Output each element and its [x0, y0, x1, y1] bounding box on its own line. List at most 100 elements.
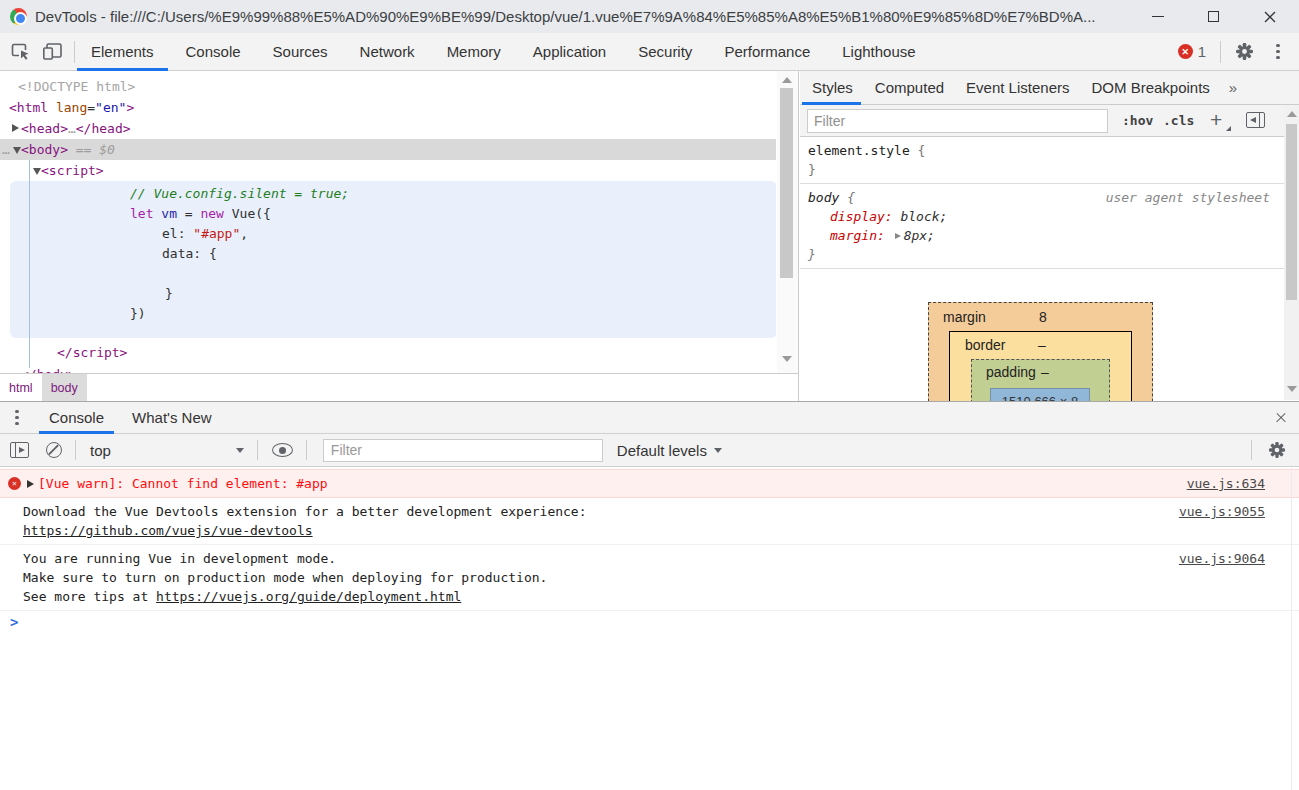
- body-ua-rule[interactable]: body {user agent stylesheet display: blo…: [800, 184, 1284, 269]
- tab-styles[interactable]: Styles: [801, 71, 864, 105]
- scrollbar-thumb[interactable]: [780, 88, 793, 278]
- tab-application[interactable]: Application: [517, 33, 622, 71]
- drawer-menu-kebab-icon[interactable]: [8, 408, 26, 428]
- code-line-el: el: "#app",: [162, 224, 248, 244]
- scroll-up-icon[interactable]: [1287, 111, 1297, 117]
- tab-console[interactable]: Console: [170, 33, 257, 71]
- clear-console-icon[interactable]: [46, 442, 62, 458]
- css-property-margin[interactable]: margin: 8px;: [808, 226, 1284, 245]
- scrollbar-thumb[interactable]: [1286, 124, 1297, 300]
- console-prompt[interactable]: >: [0, 611, 1299, 635]
- console-settings-group: [1238, 439, 1288, 461]
- breadcrumb-body[interactable]: body: [42, 374, 87, 402]
- console-filter-input[interactable]: [323, 439, 603, 462]
- expand-arrow-icon[interactable]: [12, 124, 19, 132]
- tree-row-script-open[interactable]: <script>: [41, 160, 104, 181]
- code-comment: // Vue.config.silent = true;: [130, 184, 349, 204]
- close-icon: [1263, 10, 1277, 24]
- main-panel-tabs: Elements Console Sources Network Memory …: [75, 33, 932, 71]
- collapse-arrow-icon[interactable]: [13, 147, 21, 154]
- sidebar-layout-icon[interactable]: [1246, 112, 1265, 128]
- console-error-message[interactable]: ✕ [Vue warn]: Cannot find element: #app …: [0, 469, 1299, 498]
- source-link[interactable]: vue.js:9064: [1179, 549, 1265, 568]
- tree-row-body-selected[interactable]: …<body> == $0: [0, 139, 776, 160]
- devtools-extension-link[interactable]: https://github.com/vuejs/vue-devtools: [23, 523, 313, 538]
- scroll-up-icon[interactable]: [782, 77, 792, 83]
- more-options-kebab-icon[interactable]: [1269, 42, 1287, 62]
- execution-context-selector[interactable]: top: [90, 442, 111, 459]
- levels-dropdown-caret-icon[interactable]: [714, 448, 722, 453]
- drawer-close-icon[interactable]: [1271, 408, 1291, 428]
- tree-row-doctype[interactable]: <!DOCTYPE html>: [18, 76, 135, 97]
- tab-sources[interactable]: Sources: [257, 33, 344, 71]
- box-model-margin-value: 8: [1039, 309, 1047, 325]
- live-expression-eye-icon[interactable]: [272, 443, 293, 457]
- minimize-button[interactable]: [1135, 0, 1181, 33]
- box-model-margin[interactable]: margin 8 border – padding – 1510.666 × 8: [928, 302, 1153, 401]
- tab-elements[interactable]: Elements: [75, 33, 170, 71]
- deployment-tips-link[interactable]: https://vuejs.org/guide/deployment.html: [156, 589, 461, 604]
- close-button[interactable]: [1247, 0, 1293, 33]
- new-rule-dropdown-corner: [1226, 126, 1231, 131]
- collapse-arrow-icon[interactable]: [33, 168, 41, 175]
- box-model-padding-label: padding: [986, 364, 1036, 380]
- tab-computed[interactable]: Computed: [864, 71, 955, 105]
- source-link[interactable]: vue.js:9055: [1179, 502, 1265, 521]
- tab-dom-breakpoints[interactable]: DOM Breakpoints: [1080, 71, 1220, 105]
- styles-sidebar: Styles Computed Event Listeners DOM Brea…: [800, 71, 1299, 401]
- console-info-message: Download the Vue Devtools extension for …: [0, 498, 1299, 545]
- tab-drawer-console[interactable]: Console: [35, 402, 118, 434]
- elements-panel: <!DOCTYPE html> <html lang="en"> <head>……: [0, 71, 799, 401]
- tab-event-listeners[interactable]: Event Listeners: [955, 71, 1080, 105]
- script-code-block[interactable]: // Vue.config.silent = true; let vm = ne…: [10, 181, 776, 338]
- tab-security[interactable]: Security: [622, 33, 708, 71]
- tab-memory[interactable]: Memory: [431, 33, 517, 71]
- toolbar-separator: [306, 440, 307, 460]
- log-levels-selector[interactable]: Default levels: [617, 442, 707, 459]
- styles-filter-input[interactable]: [807, 109, 1108, 133]
- settings-gear-icon[interactable]: [1233, 41, 1255, 63]
- inspect-element-icon[interactable]: [9, 41, 31, 63]
- console-drawer: Console What's New top Default levels ✕ …: [0, 401, 1299, 790]
- box-model-border[interactable]: border – padding – 1510.666 × 8: [949, 331, 1132, 401]
- styles-rules: element.style { } body {user agent style…: [800, 137, 1284, 401]
- main-area: <!DOCTYPE html> <html lang="en"> <head>……: [0, 71, 1299, 401]
- css-property-display[interactable]: display: block;: [808, 207, 1284, 226]
- scroll-down-icon[interactable]: [782, 356, 792, 362]
- tree-row-html[interactable]: <html lang="en">: [9, 97, 134, 118]
- device-toolbar-icon[interactable]: [41, 41, 63, 63]
- element-style-rule[interactable]: element.style { }: [800, 137, 1284, 184]
- toggle-hover-state-button[interactable]: :hov: [1122, 110, 1153, 132]
- tree-row-script-close[interactable]: </script>: [57, 342, 127, 363]
- box-model-margin-label: margin: [943, 309, 986, 325]
- toolbar-separator: [1251, 440, 1252, 460]
- tab-whats-new[interactable]: What's New: [118, 402, 226, 434]
- console-settings-gear-icon[interactable]: [1266, 439, 1288, 461]
- console-sidebar-icon[interactable]: [10, 442, 29, 458]
- toolbar-separator: [1220, 41, 1221, 63]
- breadcrumb-html[interactable]: html: [0, 374, 42, 402]
- box-model-padding[interactable]: padding – 1510.666 × 8: [971, 359, 1110, 401]
- elements-scrollbar[interactable]: [777, 71, 798, 373]
- new-style-rule-button[interactable]: +: [1210, 107, 1222, 133]
- gutter-dots-icon[interactable]: …: [2, 139, 10, 160]
- expand-shorthand-icon[interactable]: [895, 233, 901, 239]
- toolbar-separator: [257, 440, 258, 460]
- console-right-border: [1291, 467, 1292, 790]
- tree-row-head[interactable]: <head>…</head>: [21, 118, 131, 139]
- scroll-down-icon[interactable]: [1287, 386, 1297, 392]
- box-model-border-label: border: [965, 337, 1005, 353]
- maximize-button[interactable]: [1190, 0, 1236, 33]
- tab-lighthouse[interactable]: Lighthouse: [826, 33, 931, 71]
- context-dropdown-caret-icon[interactable]: [236, 448, 244, 453]
- source-link[interactable]: vue.js:634: [1187, 474, 1265, 493]
- tab-performance[interactable]: Performance: [708, 33, 826, 71]
- toggle-class-button[interactable]: .cls: [1163, 110, 1194, 132]
- expand-arrow-icon[interactable]: [27, 480, 34, 488]
- box-model-content[interactable]: 1510.666 × 8: [990, 388, 1090, 401]
- styles-scrollbar[interactable]: [1284, 106, 1299, 400]
- tab-network[interactable]: Network: [344, 33, 431, 71]
- error-badge-icon[interactable]: ✕: [1178, 44, 1193, 59]
- more-tabs-chevron-icon[interactable]: »: [1221, 79, 1245, 96]
- maximize-icon: [1208, 11, 1219, 22]
